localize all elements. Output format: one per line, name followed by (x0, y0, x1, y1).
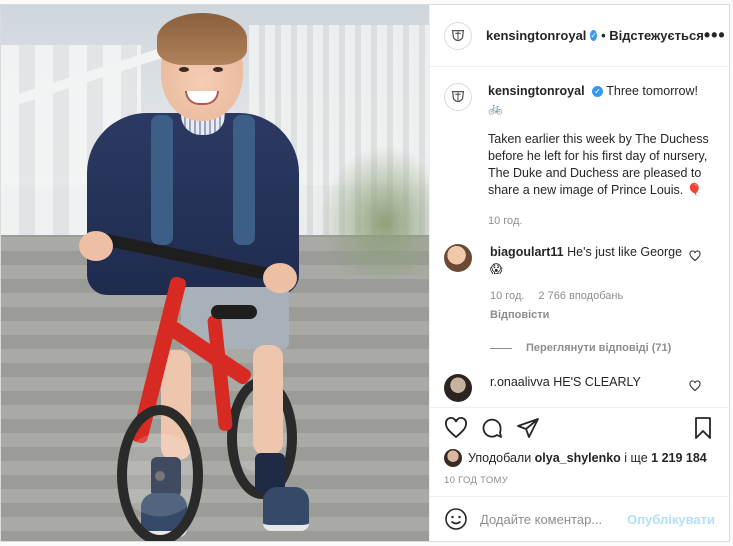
bike-seat (211, 305, 257, 319)
like-comment-heart-icon[interactable] (689, 250, 701, 262)
commenter-avatar[interactable] (444, 244, 472, 272)
comment-body: r.onaalivva HE'S CLEARLY (490, 374, 641, 402)
view-replies-button[interactable]: Переглянути відповіді (71) (490, 342, 715, 354)
comment-input[interactable]: Додайте коментар... (480, 512, 627, 527)
view-replies-label: Переглянути відповіді (71) (526, 342, 672, 354)
post-photo[interactable] (1, 5, 429, 541)
comment-item: biagoulart11 He's just like George 😱 10 … (444, 244, 715, 324)
likes-suffix: і ще (624, 451, 648, 465)
comment-bubble-icon[interactable] (480, 416, 504, 440)
bike-front-hub (155, 471, 165, 481)
caption-time[interactable]: 10 год. (488, 213, 715, 230)
publish-button[interactable]: Опублікувати (627, 512, 715, 527)
likes-summary: Уподобали olya_shylenko і ще 1 219 184 (430, 447, 729, 469)
commenter-avatar[interactable] (444, 374, 472, 402)
caption-first-line: Three tomorrow! (606, 84, 698, 98)
likes-count[interactable]: 1 219 184 (651, 451, 707, 465)
post-modal: kensingtonroyal ✓ • Відстежується ••• ke… (0, 4, 730, 542)
action-bar (430, 407, 729, 447)
comment-likes[interactable]: 2 766 вподобань (538, 288, 623, 305)
post-header: kensingtonroyal ✓ • Відстежується ••• (430, 5, 729, 67)
view-replies-line (490, 347, 512, 349)
post-time-ago[interactable]: 10 год тому (430, 469, 729, 497)
following-button[interactable]: • Відстежується (601, 28, 704, 43)
crest-icon[interactable] (444, 21, 472, 50)
comment-item: r.onaalivva HE'S CLEARLY (444, 374, 715, 402)
post-sidebar: kensingtonroyal ✓ • Відстежується ••• ke… (429, 5, 729, 541)
share-paper-plane-icon[interactable] (516, 416, 540, 440)
boy-hand-right (263, 263, 297, 293)
verified-badge-icon: ✓ (592, 86, 604, 98)
verified-badge-icon: ✓ (590, 30, 598, 41)
reply-button[interactable]: Відповісти (490, 307, 682, 324)
header-username[interactable]: kensingtonroyal (486, 28, 586, 43)
emoji-smile-icon[interactable] (444, 507, 468, 531)
comment-username[interactable]: r.onaalivva (490, 375, 550, 389)
boy-eye-left (179, 67, 189, 72)
caption-username[interactable]: kensingtonroyal (488, 84, 585, 98)
like-comment-heart-icon[interactable] (689, 380, 701, 392)
likes-prefix: Уподобали (468, 451, 532, 465)
boy-hand-left (79, 231, 113, 261)
backpack-strap-right (233, 115, 255, 245)
comment-body: biagoulart11 He's just like George 😱 10 … (490, 244, 682, 324)
comments-list[interactable]: kensingtonroyal ✓ Three tomorrow! 🚲 Take… (430, 67, 729, 407)
caption-row: kensingtonroyal ✓ Three tomorrow! 🚲 Take… (444, 83, 715, 230)
bookmark-save-icon[interactable] (691, 416, 715, 440)
boy-eye-right (213, 67, 223, 72)
like-heart-icon[interactable] (444, 416, 468, 440)
more-options-icon[interactable]: ••• (704, 25, 726, 46)
liker-username[interactable]: olya_shylenko (535, 451, 621, 465)
boy-leg-right (253, 345, 283, 455)
boy-shoe-right (263, 487, 309, 531)
crest-icon[interactable] (444, 83, 472, 111)
scream-emoji-icon: 😱 (490, 262, 503, 276)
add-comment-bar: Додайте коментар... Опублікувати (430, 497, 729, 541)
comment-username[interactable]: biagoulart11 (490, 245, 564, 259)
boy-hair (157, 13, 247, 65)
grass-patch (319, 145, 429, 275)
comment-text: He's just like George (567, 245, 683, 259)
bicycle-emoji-icon: 🚲 (488, 101, 503, 115)
comment-meta: 10 год. 2 766 вподобань (490, 288, 682, 305)
backpack-strap-left (151, 115, 173, 245)
comment-text: HE'S CLEARLY (553, 375, 641, 389)
comment-time[interactable]: 10 год. (490, 288, 524, 305)
caption-text: Taken earlier this week by The Duchess b… (488, 132, 709, 197)
caption-body: kensingtonroyal ✓ Three tomorrow! 🚲 Take… (488, 83, 715, 230)
liker-avatar[interactable] (444, 449, 462, 467)
